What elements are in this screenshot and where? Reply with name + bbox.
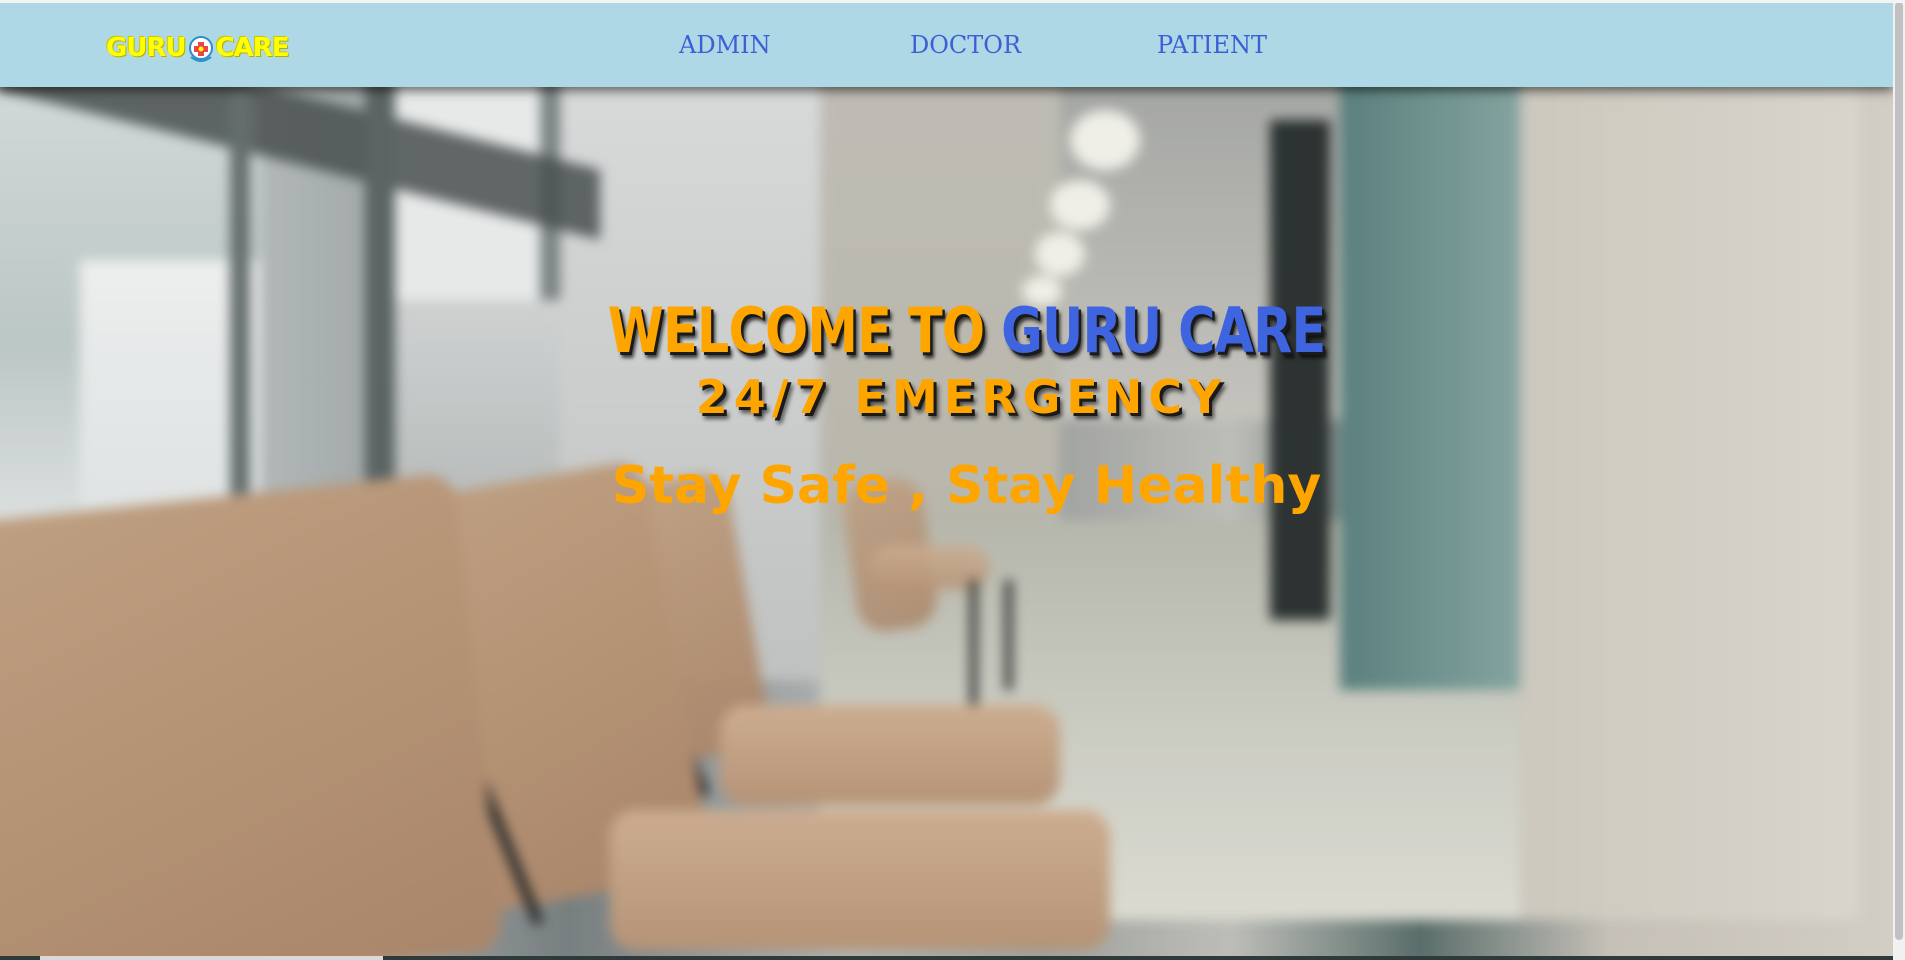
top-navbar: GURU CARE ADMIN DOCTOR PATIENT [0, 3, 1893, 87]
nav-link-admin[interactable]: ADMIN [679, 31, 771, 59]
tagline: Stay Safe , Stay Healthy [611, 456, 1322, 516]
welcome-brand: GURU CARE [1001, 294, 1326, 367]
home-page: GURU CARE ADMIN DOCTOR PATIENT WELCOME T… [0, 0, 1905, 960]
logo-text-left: GURU [106, 33, 187, 63]
emergency-subheading: 24/7 EMERGENCY [695, 370, 1228, 424]
horizontal-scrollbar-thumb[interactable] [40, 956, 383, 960]
horizontal-scrollbar[interactable] [0, 956, 1893, 960]
welcome-prefix: WELCOME TO [607, 294, 985, 367]
nav-link-doctor[interactable]: DOCTOR [910, 31, 1021, 59]
site-logo[interactable]: GURU CARE [106, 30, 290, 66]
window-top-edge [0, 0, 1905, 3]
medical-cross-emblem-icon [188, 36, 213, 62]
logo-text-right: CARE [215, 33, 290, 63]
welcome-heading: WELCOME TO GURU CARE [608, 300, 1326, 362]
vertical-scrollbar[interactable] [1893, 0, 1905, 960]
vertical-scrollbar-thumb[interactable] [1895, 2, 1903, 940]
nav-link-patient[interactable]: PATIENT [1157, 31, 1267, 59]
hero-text-block: WELCOME TO GURU CARE 24/7 EMERGENCY Stay… [0, 300, 1893, 517]
